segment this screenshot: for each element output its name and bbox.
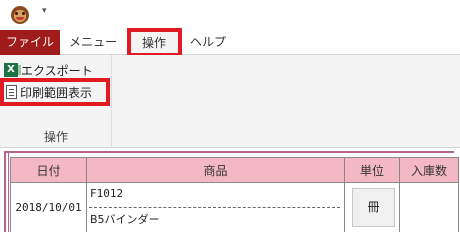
- tab-menu[interactable]: メニュー: [66, 30, 120, 55]
- tab-help[interactable]: ヘルプ: [185, 30, 231, 55]
- product-name[interactable]: B5バインダー: [90, 211, 160, 227]
- ribbon-group-label: 操作: [43, 130, 68, 144]
- form-left-border-inner: [8, 151, 9, 232]
- highlight-box-operations-tab: [127, 28, 182, 57]
- stock-table: 日付 商品 単位 入庫数 2018/10/01 F1012 B5バインダー 冊: [10, 157, 459, 232]
- cell-unit: 冊: [345, 183, 400, 232]
- cell-quantity[interactable]: [400, 183, 459, 232]
- product-code[interactable]: F1012: [90, 187, 123, 200]
- app-monkey-icon[interactable]: [11, 6, 29, 24]
- export-button[interactable]: X エクスポート: [4, 60, 93, 80]
- form-top-border: [6, 151, 454, 153]
- product-divider: [89, 207, 340, 208]
- header-date: 日付: [11, 157, 87, 183]
- cell-date[interactable]: 2018/10/01: [11, 183, 87, 232]
- header-unit: 単位: [345, 157, 400, 183]
- highlight-box-print-range: [0, 78, 110, 106]
- quick-access-toolbar: ▾: [0, 0, 460, 30]
- excel-icon: X: [4, 63, 21, 77]
- export-label: エクスポート: [21, 63, 93, 78]
- tab-file[interactable]: ファイル: [0, 30, 60, 55]
- ribbon-group-operations: X エクスポート 印刷範囲表示 操作: [0, 55, 112, 148]
- unit-field[interactable]: 冊: [352, 188, 395, 227]
- cell-product: F1012 B5バインダー: [87, 183, 345, 232]
- qat-dropdown-icon[interactable]: ▾: [42, 6, 47, 16]
- ribbon-panel: X エクスポート 印刷範囲表示 操作: [0, 55, 460, 148]
- form-left-border: [4, 151, 6, 232]
- ribbon-tab-strip: ファイル メニュー 操作 ヘルプ: [0, 30, 460, 56]
- header-quantity: 入庫数: [400, 157, 459, 183]
- header-product: 商品: [87, 157, 345, 183]
